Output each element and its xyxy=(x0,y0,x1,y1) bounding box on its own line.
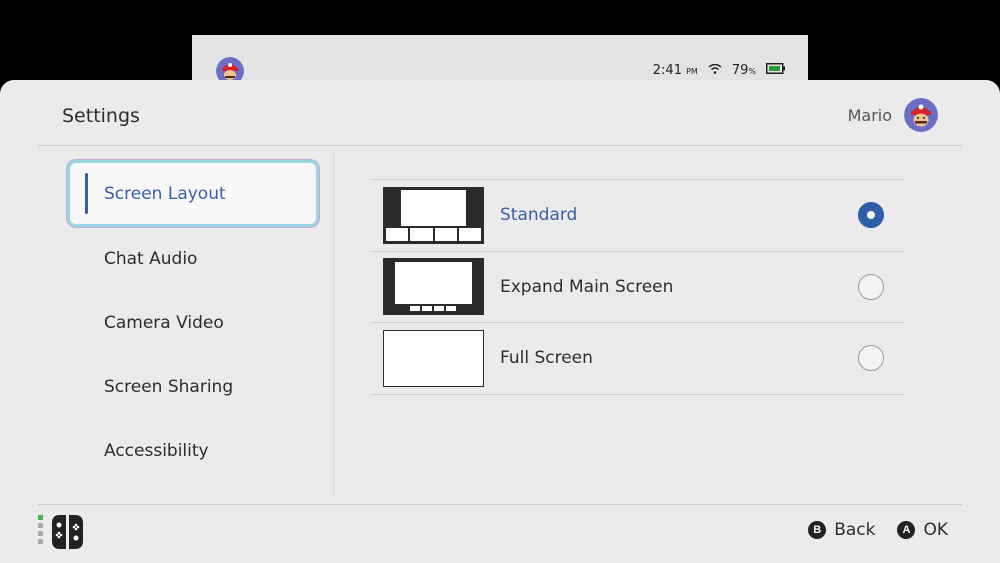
option-label: Standard xyxy=(500,205,577,225)
sidebar-item-screen-layout[interactable]: Screen Layout xyxy=(70,163,316,224)
sidebar-divider xyxy=(333,154,334,494)
settings-panel: Settings Mario Screen Layout Chat Audio … xyxy=(0,80,1000,563)
sidebar-item-accessibility[interactable]: Accessibility xyxy=(70,419,316,483)
wifi-icon xyxy=(708,63,722,78)
sidebar-item-chat-audio[interactable]: Chat Audio xyxy=(70,227,316,291)
option-standard[interactable]: Standard xyxy=(371,180,904,252)
battery-icon xyxy=(766,63,786,78)
controller-icon xyxy=(38,513,88,551)
radio-standard[interactable] xyxy=(858,202,884,228)
clock: 2:41 PM xyxy=(653,63,698,78)
option-full-screen[interactable]: Full Screen xyxy=(371,323,904,395)
layout-options-list: Standard Expand Main Screen Full Screen xyxy=(371,179,904,395)
background-status-bar: 2:41 PM 79% xyxy=(653,63,786,78)
page-title: Settings xyxy=(62,105,140,127)
radio-full-screen[interactable] xyxy=(858,345,884,371)
sidebar: Screen Layout Chat Audio Camera Video Sc… xyxy=(70,163,316,483)
standard-layout-thumbnail xyxy=(383,187,484,244)
user-name: Mario xyxy=(848,106,892,125)
expand-main-screen-thumbnail xyxy=(383,258,484,315)
option-label: Full Screen xyxy=(500,348,593,368)
header-divider xyxy=(38,145,962,146)
footer-actions: B Back A OK xyxy=(808,520,948,540)
sidebar-item-screen-sharing[interactable]: Screen Sharing xyxy=(70,355,316,419)
full-screen-thumbnail xyxy=(383,330,484,387)
user-info: Mario xyxy=(848,98,938,132)
footer-divider xyxy=(38,504,962,505)
avatar[interactable] xyxy=(904,98,938,132)
option-expand-main-screen[interactable]: Expand Main Screen xyxy=(371,252,904,324)
back-label: Back xyxy=(834,520,875,540)
ok-button[interactable]: A OK xyxy=(897,520,948,540)
radio-expand-main-screen[interactable] xyxy=(858,274,884,300)
b-button-icon: B xyxy=(808,521,826,539)
option-label: Expand Main Screen xyxy=(500,277,673,297)
sidebar-item-camera-video[interactable]: Camera Video xyxy=(70,291,316,355)
back-button[interactable]: B Back xyxy=(808,520,875,540)
a-button-icon: A xyxy=(897,521,915,539)
battery-percent: 79% xyxy=(732,63,756,78)
ok-label: OK xyxy=(923,520,948,540)
